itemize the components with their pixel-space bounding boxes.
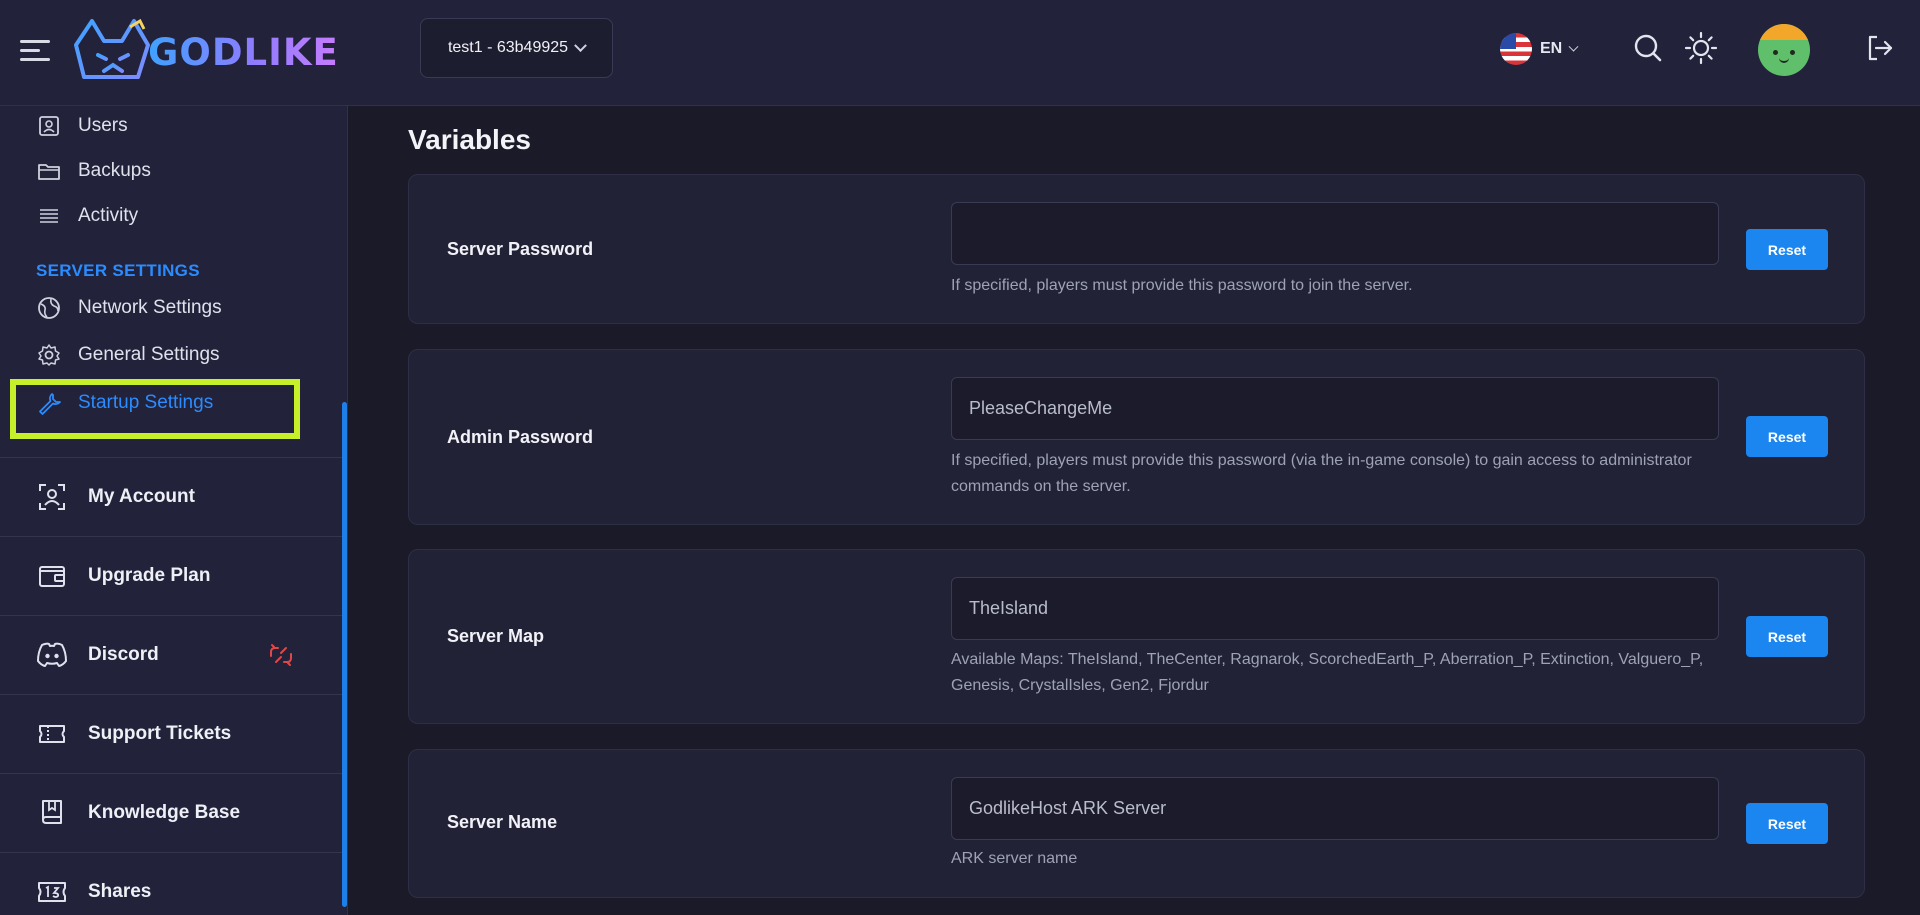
sidebar-item-network-settings[interactable]: Network Settings [36,291,222,325]
server-selector[interactable]: test1 - 63b49925 [420,18,613,78]
language-label: EN [1540,40,1563,57]
variable-description: ARK server name [951,850,1078,867]
shares-icon [36,876,68,908]
reset-server-password-button[interactable]: Reset [1746,229,1828,270]
variable-description: If specified, players must provide this … [951,452,1692,495]
sidebar-item-upgrade-plan[interactable]: Upgrade Plan [0,536,342,615]
sidebar-item-discord[interactable]: Discord [0,615,342,694]
user-badge-icon [36,113,62,139]
discord-icon [36,639,68,671]
reset-admin-password-button[interactable]: Reset [1746,416,1828,457]
sidebar-item-label: Users [78,115,128,136]
chevron-down-icon [574,38,587,52]
sidebar-item-label: Knowledge Base [88,802,241,823]
sidebar-item-label: Shares [88,881,152,902]
sidebar-item-shares[interactable]: Shares [0,852,342,915]
wallet-icon [36,560,68,592]
book-icon [36,797,68,829]
variable-description: If specified, players must provide this … [951,277,1413,294]
broken-link-icon [270,644,292,666]
ticket-icon [36,718,68,750]
variable-card-admin-password: Admin Password If specified, players mus… [408,349,1865,525]
list-icon [36,203,62,229]
sidebar-item-users[interactable]: Users [36,109,128,143]
logout-icon[interactable] [1862,30,1898,66]
sidebar-scrollbar[interactable] [342,402,347,907]
us-flag-icon [1500,33,1532,65]
sidebar: Users Backups Activity SERVER SETTINGS N… [0,106,348,915]
page-title: Variables [408,124,531,155]
reset-server-name-button[interactable]: Reset [1746,803,1828,844]
menu-icon[interactable] [20,34,52,66]
section-title-server-settings: SERVER SETTINGS [36,261,200,280]
highlight-box [10,379,300,439]
variable-label: Server Password [447,239,594,259]
server-name-input[interactable] [951,777,1719,840]
sidebar-item-general-settings[interactable]: General Settings [36,338,220,372]
variable-label: Server Map [447,626,545,646]
variable-card-server-password: Server Password If specified, players mu… [408,174,1865,324]
language-selector[interactable]: EN [1500,32,1579,66]
sidebar-item-label: General Settings [78,344,220,365]
reset-server-map-button[interactable]: Reset [1746,616,1828,657]
variable-card-server-name: Server Name ARK server name Reset [408,749,1865,898]
brand-name: GODLIKE [148,30,339,74]
sidebar-item-label: Support Tickets [88,723,232,744]
variable-label: Admin Password [447,427,594,447]
sidebar-item-support-tickets[interactable]: Support Tickets [0,694,342,773]
sidebar-item-label: Backups [78,160,151,181]
variable-description: Available Maps: TheIsland, TheCenter, Ra… [951,651,1704,694]
account-icon [36,481,68,513]
sidebar-item-label: My Account [88,486,195,507]
sidebar-item-label: Activity [78,205,139,226]
sidebar-item-my-account[interactable]: My Account [0,457,342,536]
chevron-down-icon [1568,41,1579,52]
top-header: GODLIKE test1 - 63b49925 EN [0,0,1920,106]
admin-password-input[interactable] [951,377,1719,440]
sidebar-item-label: Discord [88,644,159,665]
server-map-input[interactable] [951,577,1719,640]
sidebar-item-activity[interactable]: Activity [36,199,138,233]
sidebar-item-knowledge-base[interactable]: Knowledge Base [0,773,342,852]
folder-icon [36,158,62,184]
globe-icon [36,295,62,321]
variable-card-server-map: Server Map Available Maps: TheIsland, Th… [408,549,1865,724]
server-password-input[interactable] [951,202,1719,265]
variable-label: Server Name [447,812,558,832]
sidebar-item-backups[interactable]: Backups [36,154,151,188]
cat-logo-icon [74,18,150,79]
sidebar-item-label: Network Settings [78,297,222,318]
search-icon[interactable] [1630,30,1666,66]
avatar[interactable] [1758,24,1810,76]
server-selector-label: test1 - 63b49925 [447,39,569,56]
brand-logo[interactable]: GODLIKE [70,12,340,92]
gear-icon [36,342,62,368]
theme-toggle-sun-icon[interactable] [1683,30,1719,66]
sidebar-item-label: Upgrade Plan [88,565,211,586]
